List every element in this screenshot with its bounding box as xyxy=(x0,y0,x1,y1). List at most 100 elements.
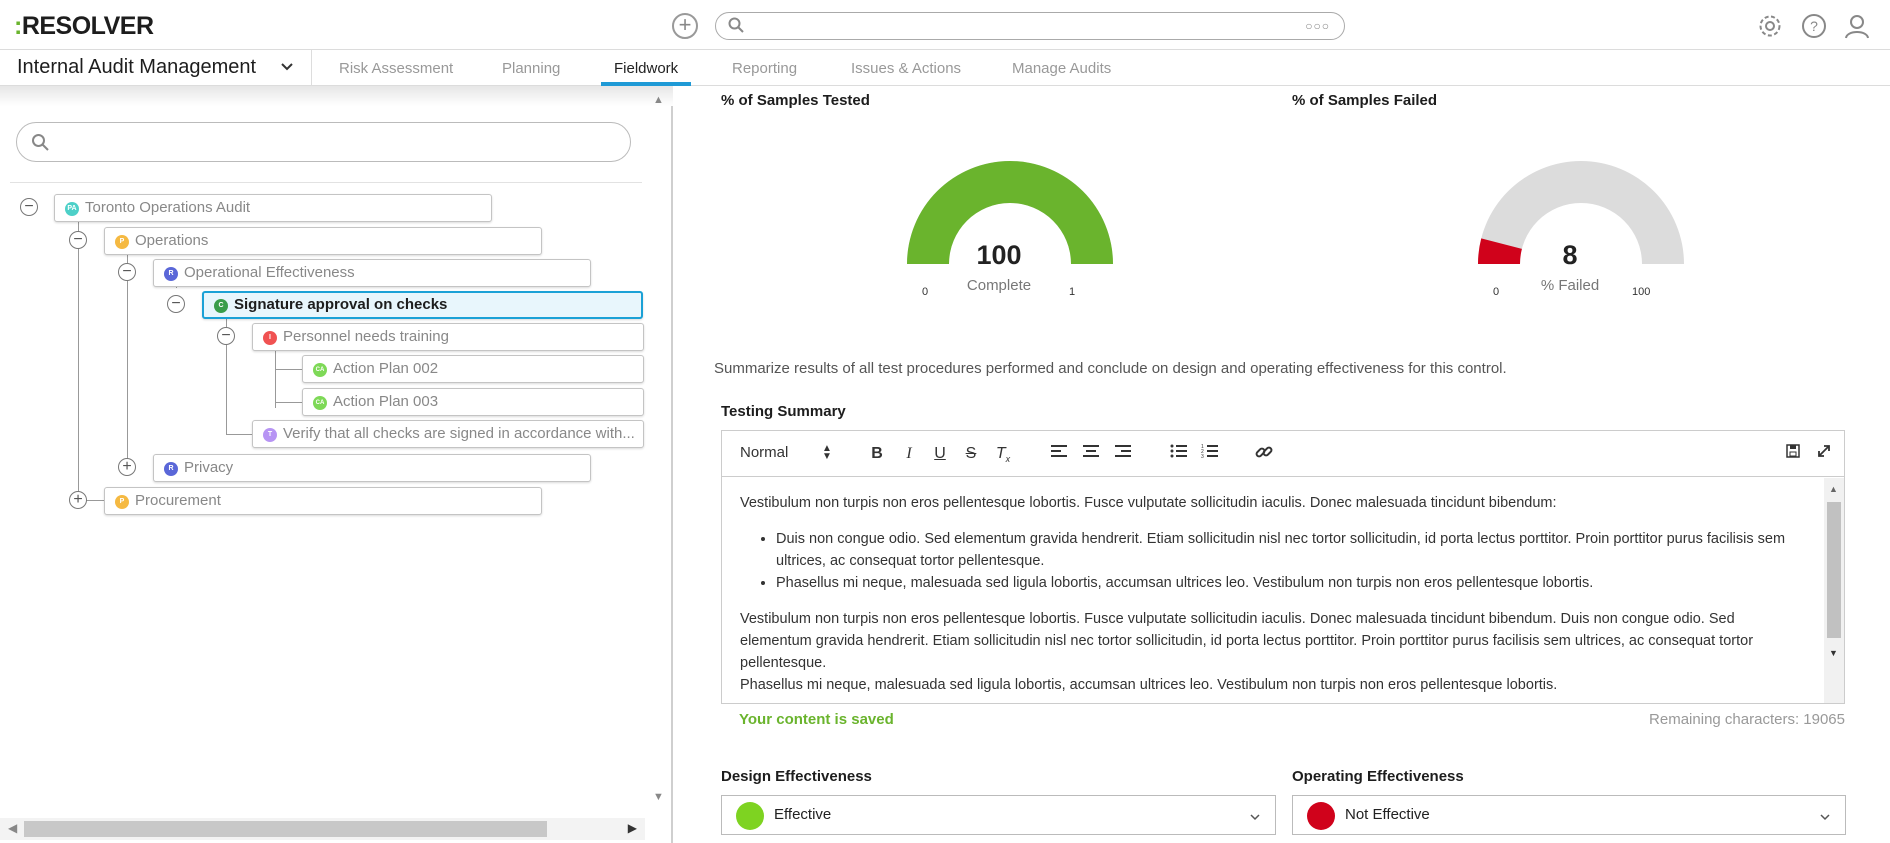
design-effectiveness-select[interactable]: Effective xyxy=(721,795,1276,835)
editor-scrollbar[interactable]: ▲ ▼ xyxy=(1824,478,1844,703)
design-effectiveness-label: Design Effectiveness xyxy=(721,768,872,785)
remaining-characters: Remaining characters: 19065 xyxy=(1649,711,1845,728)
node-label: Toronto Operations Audit xyxy=(85,199,251,216)
status-dot xyxy=(1307,802,1335,830)
tab-manage-audits[interactable]: Manage Audits xyxy=(1012,60,1111,77)
scroll-up-icon[interactable]: ▲ xyxy=(653,94,664,106)
clear-format-icon[interactable]: Tx xyxy=(992,443,1014,465)
expand-toggle[interactable]: + xyxy=(118,458,136,476)
node-type-badge: CA xyxy=(313,363,327,377)
chevron-down-icon[interactable] xyxy=(1819,810,1831,828)
scroll-down-icon[interactable]: ▼ xyxy=(1829,648,1838,658)
align-center-icon[interactable] xyxy=(1080,443,1102,465)
panel-shadow xyxy=(0,86,673,106)
scroll-down-icon[interactable]: ▼ xyxy=(653,791,664,803)
editor-bullet-list: Duis non congue odio. Sed elementum grav… xyxy=(776,528,1806,594)
more-options-icon[interactable]: ○○○ xyxy=(1305,19,1330,33)
tree-panel: − − − − − + + PA Toronto Operations Audi… xyxy=(0,86,673,843)
tab-reporting[interactable]: Reporting xyxy=(732,60,797,77)
global-search-input[interactable]: ○○○ xyxy=(715,12,1345,40)
tree-node-action-plan-003[interactable]: CA Action Plan 003 xyxy=(302,388,644,416)
detail-panel: % of Samples Tested 100 Complete 0 1 % o… xyxy=(675,86,1890,843)
tree-horizontal-scrollbar[interactable]: ◀ ▶ xyxy=(0,818,645,840)
italic-icon[interactable]: I xyxy=(898,443,920,465)
node-type-badge: P xyxy=(115,495,129,509)
underline-icon[interactable]: U xyxy=(929,443,951,465)
node-label: Operations xyxy=(135,232,209,249)
gauge-title: % of Samples Tested xyxy=(721,92,870,109)
scroll-left-icon[interactable]: ◀ xyxy=(8,821,17,835)
status-dot xyxy=(736,802,764,830)
expand-toggle[interactable]: + xyxy=(69,491,87,509)
node-label: Operational Effectiveness xyxy=(184,264,355,281)
scrollbar-thumb[interactable] xyxy=(1827,502,1841,638)
editor-toolbar: Normal ▲ ▼ B I U S Tx 123 xyxy=(722,431,1844,477)
testing-summary-editor: Normal ▲ ▼ B I U S Tx 123 Vestibulum non… xyxy=(721,430,1845,704)
chevron-down-icon[interactable] xyxy=(280,60,294,79)
fullscreen-icon[interactable] xyxy=(1813,443,1835,465)
editor-content[interactable]: Vestibulum non turpis non eros pellentes… xyxy=(722,478,1824,703)
tab-risk-assessment[interactable]: Risk Assessment xyxy=(339,60,453,77)
save-status: Your content is saved xyxy=(739,711,894,728)
tree-connector xyxy=(78,214,79,494)
tree-node-operational-effectiveness[interactable]: R Operational Effectiveness xyxy=(153,259,591,287)
node-type-badge: P xyxy=(115,235,129,249)
node-label: Action Plan 002 xyxy=(333,360,439,377)
collapse-toggle[interactable]: − xyxy=(167,295,185,313)
gauge-value: 100 xyxy=(976,240,1022,270)
tree-node-privacy[interactable]: R Privacy xyxy=(153,454,591,482)
gauge-min-label: 0 xyxy=(922,286,929,298)
node-type-badge: T xyxy=(263,428,277,442)
tree-node-toronto-operations-audit[interactable]: PA Toronto Operations Audit xyxy=(54,194,492,222)
tree-node-action-plan-002[interactable]: CA Action Plan 002 xyxy=(302,355,644,383)
link-icon[interactable] xyxy=(1253,443,1275,465)
add-button[interactable]: + xyxy=(672,13,698,39)
help-icon[interactable]: ? xyxy=(1800,12,1828,40)
tree-search-input[interactable] xyxy=(16,122,631,162)
app-title[interactable]: Internal Audit Management xyxy=(17,56,256,79)
divider xyxy=(311,50,312,86)
scroll-right-icon[interactable]: ▶ xyxy=(628,821,637,835)
tree-connector xyxy=(275,369,302,370)
collapse-toggle[interactable]: − xyxy=(118,263,136,281)
resolver-logo[interactable]: :RESOLVER xyxy=(14,12,154,41)
node-type-badge: R xyxy=(164,462,178,476)
tab-planning[interactable]: Planning xyxy=(502,60,560,77)
align-left-icon[interactable] xyxy=(1048,443,1070,465)
chevron-down-icon[interactable] xyxy=(1249,810,1261,828)
tree-vertical-scrollbar[interactable]: ▲ ▼ xyxy=(645,86,671,811)
collapse-toggle[interactable]: − xyxy=(20,198,38,216)
bulleted-list-icon[interactable] xyxy=(1168,443,1190,465)
bold-icon[interactable]: B xyxy=(866,443,888,465)
gear-icon[interactable] xyxy=(1756,12,1784,40)
tree-node-verify-checks[interactable]: T Verify that all checks are signed in a… xyxy=(252,420,644,448)
user-icon[interactable] xyxy=(1843,12,1871,40)
scrollbar-thumb[interactable] xyxy=(24,821,547,837)
tree-node-procurement[interactable]: P Procurement xyxy=(104,487,542,515)
numbered-list-icon[interactable]: 123 xyxy=(1199,443,1221,465)
tab-fieldwork[interactable]: Fieldwork xyxy=(614,60,678,77)
collapse-toggle[interactable]: − xyxy=(217,327,235,345)
updown-icon[interactable]: ▲ ▼ xyxy=(822,444,832,462)
editor-paragraph: Vestibulum non turpis non eros pellentes… xyxy=(740,495,1557,511)
scroll-up-icon[interactable]: ▲ xyxy=(1829,484,1838,494)
gauge-value: 8 xyxy=(1562,240,1578,270)
gauge-max-label: 100 xyxy=(1632,286,1651,298)
selected-value: Effective xyxy=(774,806,832,823)
node-label: Verify that all checks are signed in acc… xyxy=(283,425,635,442)
divider xyxy=(10,182,642,183)
gauge-title: % of Samples Failed xyxy=(1292,92,1438,109)
format-select[interactable]: Normal xyxy=(740,444,788,461)
tree-node-signature-approval[interactable]: C Signature approval on checks xyxy=(202,291,643,319)
collapse-toggle[interactable]: − xyxy=(69,231,87,249)
tree-node-personnel-needs-training[interactable]: I Personnel needs training xyxy=(252,323,644,351)
save-icon[interactable] xyxy=(1782,443,1804,465)
strikethrough-icon[interactable]: S xyxy=(960,443,982,465)
node-type-badge: I xyxy=(263,331,277,345)
align-right-icon[interactable] xyxy=(1112,443,1134,465)
tab-issues-actions[interactable]: Issues & Actions xyxy=(851,60,961,77)
node-label: Procurement xyxy=(135,492,221,509)
tree-node-operations[interactable]: P Operations xyxy=(104,227,542,255)
operating-effectiveness-select[interactable]: Not Effective xyxy=(1292,795,1846,835)
svg-text:3: 3 xyxy=(1201,454,1204,459)
